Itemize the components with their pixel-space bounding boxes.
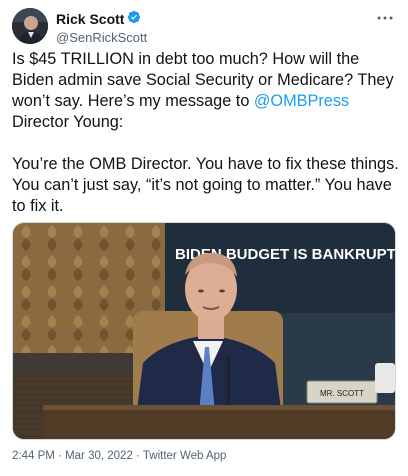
author-names: Rick Scott @SenRickScott (56, 10, 147, 46)
tweet-media-image[interactable]: BIDEN BUDGET IS BANKRUPTING AMERICA MR. … (12, 222, 396, 440)
tweet-source: Twitter Web App (142, 450, 227, 462)
meta-separator: · (58, 450, 62, 462)
avatar[interactable] (12, 8, 48, 44)
tweet-meta: 2:44 PM · Mar 30, 2022 · Twitter Web App (12, 450, 226, 462)
name-row: Rick Scott (56, 10, 147, 29)
verified-badge-icon (127, 10, 141, 29)
tweet-header: Rick Scott @SenRickScott (12, 8, 396, 48)
display-name[interactable]: Rick Scott (56, 11, 124, 28)
tweet-date[interactable]: Mar 30, 2022 (65, 450, 133, 462)
mention-link[interactable]: @OMBPress (254, 92, 349, 110)
tweet-time[interactable]: 2:44 PM (12, 450, 55, 462)
tweet-text-part: Director Young: You’re the OMB Director.… (12, 113, 399, 215)
avatar-image (12, 8, 48, 44)
tweet: Rick Scott @SenRickScott Is $45 TRILLION… (0, 0, 408, 476)
hearing-photo: BIDEN BUDGET IS BANKRUPTING AMERICA MR. … (13, 223, 395, 439)
meta-separator: · (136, 450, 140, 462)
tweet-text: Is $45 TRILLION in debt too much? How wi… (12, 49, 400, 217)
handle[interactable]: @SenRickScott (56, 29, 147, 46)
more-options-icon[interactable] (374, 8, 396, 28)
nameplate-text: MR. SCOTT (320, 389, 364, 398)
